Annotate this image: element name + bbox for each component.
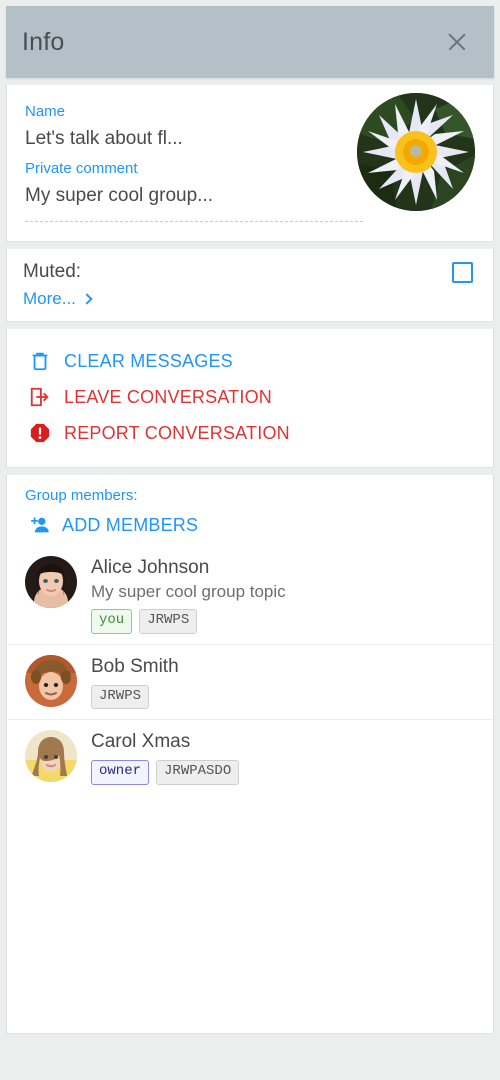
member-info: Carol Xmas owner JRWPASDO <box>91 730 240 785</box>
close-icon[interactable] <box>442 27 472 57</box>
list-item[interactable]: Bob Smith JRWPS <box>7 643 493 720</box>
leave-conversation-label: LEAVE CONVERSATION <box>64 386 272 407</box>
list-item[interactable]: Carol Xmas owner JRWPASDO <box>7 719 493 795</box>
muted-card: Muted: More... <box>6 248 494 322</box>
avatar-bob <box>25 654 77 707</box>
divider <box>25 221 363 222</box>
muted-checkbox[interactable] <box>452 261 473 283</box>
group-info-card: Name Let's talk about fl... Private comm… <box>6 84 494 242</box>
avatar-alice <box>25 556 77 608</box>
member-info: Alice Johnson My super cool group topic … <box>91 556 286 634</box>
actions-card: CLEAR MESSAGES LEAVE CONVERSATION REPORT… <box>6 328 494 468</box>
status-badge: JRWPS <box>139 609 198 634</box>
group-members-card: Group members: ADD MEMBERS Alice Johnson… <box>6 474 494 1034</box>
member-badges: owner JRWPASDO <box>91 760 240 785</box>
add-members-button[interactable]: ADD MEMBERS <box>7 508 493 546</box>
avatar-carol <box>25 730 77 782</box>
chevron-right-icon <box>81 293 93 305</box>
add-members-label: ADD MEMBERS <box>62 514 199 535</box>
member-badges: you JRWPS <box>91 609 286 634</box>
group-members-label: Group members: <box>25 487 138 504</box>
status-badge: owner <box>91 760 150 785</box>
clear-messages-label: CLEAR MESSAGES <box>64 350 233 371</box>
status-badge: JRWPS <box>91 684 150 709</box>
group-avatar-flower[interactable] <box>357 93 475 211</box>
page-title: Info <box>22 27 65 56</box>
member-name: Bob Smith <box>91 655 179 677</box>
leave-conversation-button[interactable]: LEAVE CONVERSATION <box>7 379 493 415</box>
titlebar: Info <box>6 6 494 78</box>
member-badges: JRWPS <box>91 684 179 709</box>
exit-arrow-icon <box>29 386 51 408</box>
report-conversation-label: REPORT CONVERSATION <box>64 422 290 443</box>
muted-row: Muted: <box>23 261 477 283</box>
member-topic: My super cool group topic <box>91 582 286 601</box>
trash-icon <box>29 350 51 372</box>
info-panel: Info Name Let's talk about fl... Private… <box>0 0 500 1080</box>
add-person-icon <box>29 514 51 536</box>
report-octagon-icon <box>29 422 51 444</box>
member-info: Bob Smith JRWPS <box>91 655 179 709</box>
more-link-label: More... <box>23 289 76 308</box>
clear-messages-button[interactable]: CLEAR MESSAGES <box>7 343 493 379</box>
muted-label: Muted: <box>23 261 82 282</box>
member-name: Carol Xmas <box>91 731 191 752</box>
report-conversation-button[interactable]: REPORT CONVERSATION <box>7 415 493 451</box>
status-badge: JRWPASDO <box>156 760 240 785</box>
more-link[interactable]: More... <box>23 289 93 309</box>
member-name: Alice Johnson <box>91 557 210 578</box>
list-item[interactable]: Alice Johnson My super cool group topic … <box>7 546 493 644</box>
status-badge: you <box>91 609 133 634</box>
